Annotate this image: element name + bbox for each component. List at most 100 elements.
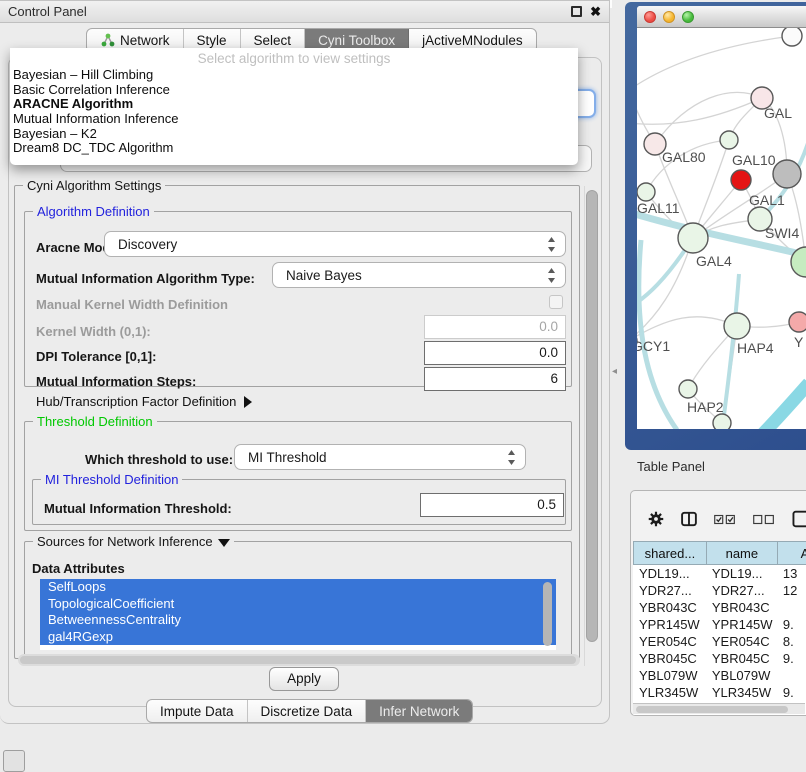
attribute-list-item[interactable]: SelfLoops (40, 579, 556, 596)
data-tools-tabbar: Impute DataDiscretize DataInfer Network (146, 699, 473, 723)
dropdown-option[interactable]: Dream8 DC_TDC Algorithm (10, 141, 578, 156)
corner-button[interactable] (3, 750, 25, 772)
data-attributes-list[interactable]: SelfLoopsTopologicalCoefficientBetweenne… (40, 579, 556, 650)
network-icon (100, 33, 115, 48)
close-window-icon[interactable] (644, 11, 656, 23)
kernel-width-field[interactable]: 0.0 (424, 315, 566, 339)
table-row[interactable]: YBR043CYBR043C (633, 599, 806, 616)
table-row[interactable]: YBL079WYBL079W (633, 667, 806, 684)
table-header-row: shared...nameA (633, 541, 806, 565)
attribute-list-item[interactable]: gal4RGexp (40, 629, 556, 646)
network-window-titlebar (637, 6, 806, 28)
table-cell: YDR27... (706, 582, 777, 599)
table-cell: YDL19... (633, 565, 706, 582)
network-node[interactable] (731, 170, 751, 190)
settings-hscrollbar[interactable] (18, 654, 580, 666)
collapse-arrow-icon[interactable] (218, 539, 230, 547)
table-cell: YER054C (706, 633, 777, 650)
checked-pair-icon[interactable] (714, 513, 736, 526)
network-node-label: GAL (764, 105, 792, 121)
dropdown-option[interactable]: ARACNE Algorithm (10, 97, 578, 112)
panel-divider-handle[interactable]: ◂ (612, 366, 617, 377)
attribute-list-item[interactable]: TopologicalCoefficient (40, 596, 556, 613)
algorithm-dropdown-placeholder: Select algorithm to view settings (10, 51, 578, 68)
which-threshold-select[interactable]: MI Threshold (234, 444, 526, 470)
data-attributes-label: Data Attributes (32, 561, 125, 576)
table-column-header[interactable]: A (777, 541, 806, 565)
table-row[interactable]: YPR145WYPR145W9. (633, 616, 806, 633)
attribute-list-item[interactable]: BetweennessCentrality (40, 612, 556, 629)
tab-label: Select (254, 33, 292, 48)
network-node[interactable] (789, 312, 806, 332)
control-panel-title: Control Panel (8, 4, 87, 19)
dpi-tolerance-label: DPI Tolerance [0,1]: (36, 349, 156, 364)
mi-algorithm-type-label: Mutual Information Algorithm Type: (36, 271, 255, 286)
dropdown-option[interactable]: Bayesian – Hill Climbing (10, 68, 578, 83)
network-node-label: Y (794, 334, 804, 350)
network-node-label: GAL1 (749, 192, 785, 208)
table-row[interactable]: YDL19...YDL19...13 (633, 565, 806, 582)
table-panel: shared...nameA YDL19...YDL19...13YDR27..… (630, 490, 806, 716)
table-row[interactable]: YER054CYER054C8. (633, 633, 806, 650)
dpi-tolerance-field[interactable]: 0.0 (424, 341, 566, 365)
mi-steps-field[interactable]: 6 (424, 367, 566, 391)
network-node[interactable] (713, 414, 731, 429)
hub-definition-expander[interactable]: Hub/Transcription Factor Definition (36, 394, 252, 409)
control-panel-titlebar: Control Panel ✖ (0, 1, 609, 23)
tab-infer-network[interactable]: Infer Network (366, 700, 472, 722)
table-column-header[interactable]: name (706, 541, 777, 565)
network-node-label: GAL4 (696, 253, 732, 269)
tab-impute-data[interactable]: Impute Data (147, 700, 248, 722)
kernel-width-label: Kernel Width (0,1): (36, 324, 151, 339)
settings-vscrollbar[interactable] (584, 186, 599, 666)
network-node[interactable] (782, 28, 802, 46)
attributes-scrollbar[interactable] (543, 582, 552, 646)
network-node[interactable] (678, 223, 708, 253)
aracne-mode-select[interactable]: Discovery (104, 231, 566, 257)
network-node-label: GAL80 (662, 149, 706, 165)
table-cell: YBR043C (633, 599, 706, 616)
network-node-label: HAP2 (687, 399, 724, 415)
node-table: shared...nameA YDL19...YDL19...13YDR27..… (633, 541, 806, 716)
control-panel: Control Panel ✖ NetworkStyleSelectCyni T… (0, 0, 610, 724)
mi-steps-label: Mutual Information Steps: (36, 374, 196, 389)
dropdown-option[interactable]: Mutual Information Inference (10, 112, 578, 127)
columns-icon[interactable] (681, 509, 697, 529)
table-row[interactable]: YDR27...YDR27...12 (633, 582, 806, 599)
mi-algorithm-type-select[interactable]: Naive Bayes (272, 262, 566, 288)
network-canvas[interactable]: GALGAL80GAL10GAL11GAL1GAL4SWI4GCY1HAP4YH… (637, 28, 806, 429)
table-column-header[interactable]: shared... (633, 541, 706, 565)
network-node-label: GAL10 (732, 152, 776, 168)
tab-discretize-data[interactable]: Discretize Data (248, 700, 367, 722)
table-cell: YLR345W (633, 684, 706, 701)
algorithm-dropdown-list: Select algorithm to view settings Bayesi… (10, 48, 578, 165)
apply-button[interactable]: Apply (269, 667, 339, 691)
zoom-window-icon[interactable] (682, 11, 694, 23)
network-node[interactable] (720, 131, 738, 149)
table-row[interactable]: YLR345WYLR345W9. (633, 684, 806, 701)
dropdown-option[interactable]: Bayesian – K2 (10, 127, 578, 142)
table-hscrollbar[interactable] (633, 703, 805, 714)
unchecked-pair-icon[interactable] (753, 513, 775, 526)
network-node[interactable] (679, 380, 697, 398)
network-window[interactable]: GALGAL80GAL10GAL11GAL1GAL4SWI4GCY1HAP4YH… (637, 6, 806, 429)
table-cell: YBR045C (706, 650, 777, 667)
partial-icon[interactable] (792, 507, 806, 531)
mi-threshold-field[interactable]: 0.5 (420, 493, 564, 517)
minimize-window-icon[interactable] (663, 11, 675, 23)
threshold-definition-title: Threshold Definition (33, 414, 157, 429)
table-row[interactable]: YBR045CYBR045C9. (633, 650, 806, 667)
network-node-label: HAP4 (737, 340, 774, 356)
close-panel-icon[interactable]: ✖ (590, 6, 601, 17)
gear-icon[interactable] (648, 508, 664, 530)
cyni-algorithm-settings-title: Cyni Algorithm Settings (23, 178, 165, 193)
network-node[interactable] (773, 160, 801, 188)
table-cell: 13 (777, 565, 806, 582)
float-panel-icon[interactable] (571, 6, 582, 17)
network-node[interactable] (637, 183, 655, 201)
network-node[interactable] (724, 313, 750, 339)
table-cell: YDL19... (706, 565, 777, 582)
manual-kernel-width-checkbox[interactable] (549, 295, 563, 309)
table-cell: 12 (777, 582, 806, 599)
dropdown-option[interactable]: Basic Correlation Inference (10, 83, 578, 98)
